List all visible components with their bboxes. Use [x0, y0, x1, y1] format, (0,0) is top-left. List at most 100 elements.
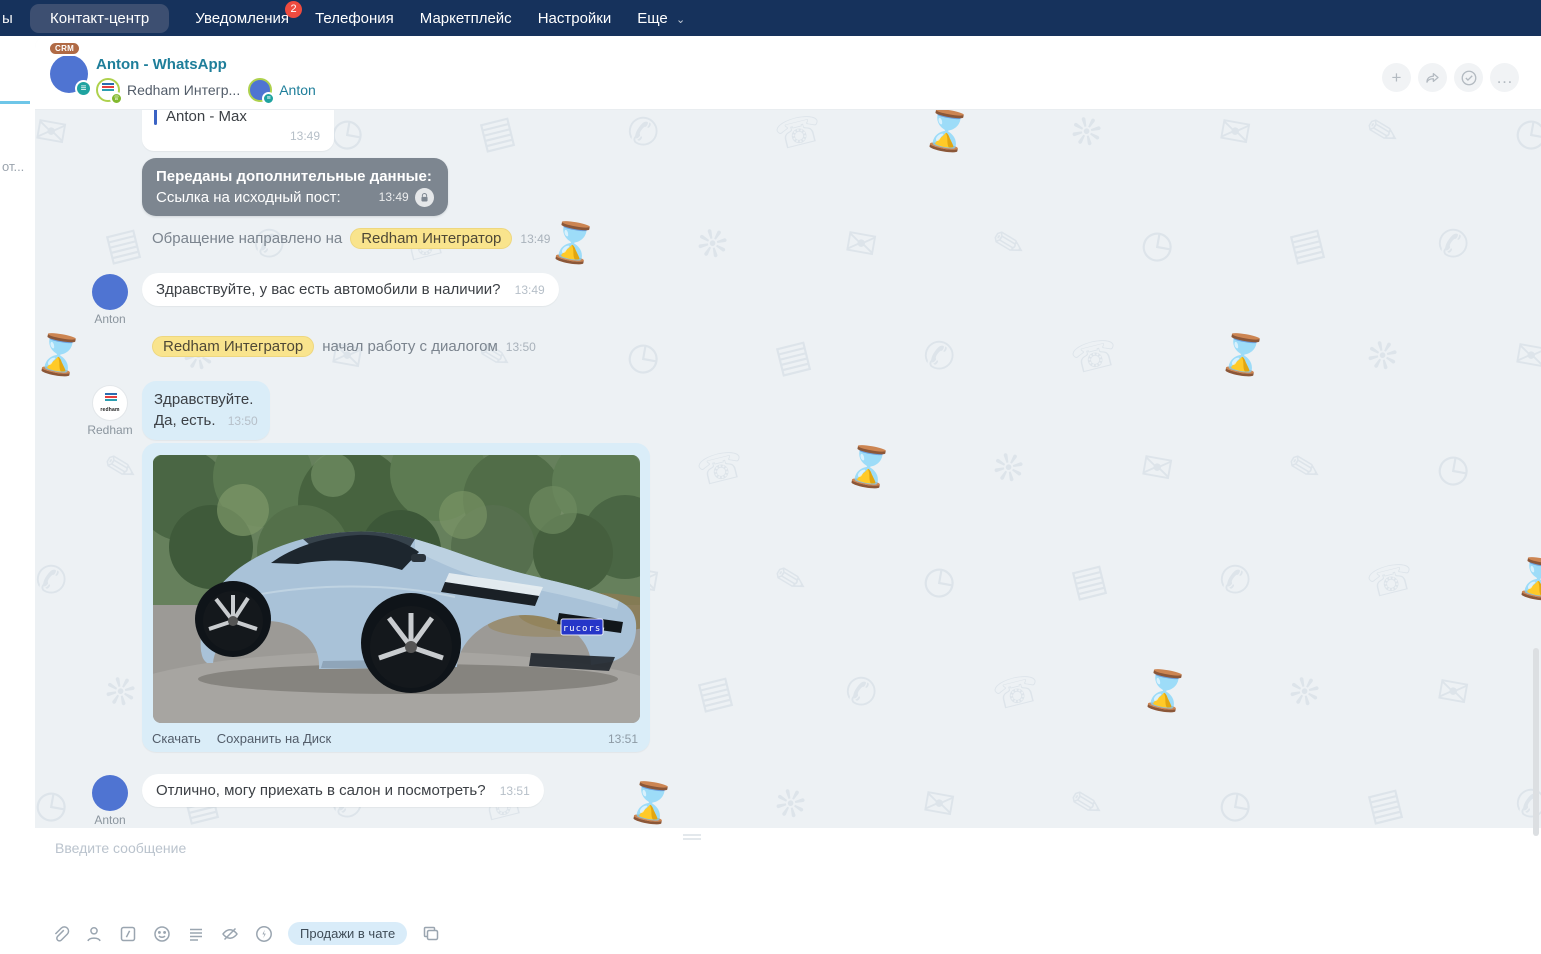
sales-in-chat-button[interactable]: Продажи в чате: [288, 922, 408, 945]
header-actions: + …: [1382, 63, 1519, 92]
message-time: 13:49: [289, 129, 320, 143]
chat-panel: CRM ≡ Anton - WhatsApp ♕ Redham Интегр..…: [35, 36, 1541, 954]
copy-icon: [423, 926, 439, 940]
message-input[interactable]: [55, 840, 1501, 910]
copy-button[interactable]: [421, 924, 441, 944]
assignee-name: Redham Интегр...: [127, 82, 241, 98]
nav-tab-settings[interactable]: Настройки: [538, 10, 612, 27]
redham-logo-icon: [102, 83, 114, 92]
client-chip[interactable]: ≡ Anton: [248, 78, 316, 105]
nav-tab-notifications[interactable]: Уведомления 2: [195, 0, 303, 27]
list-icon: [190, 928, 202, 941]
message-text: Здравствуйте, у вас есть автомобили в на…: [156, 281, 501, 298]
paperclip-icon: [54, 925, 70, 942]
image-footer: Скачать Сохранить на Диск 13:51: [150, 731, 642, 746]
avatar[interactable]: [92, 775, 128, 811]
composer-toolbar: Продажи в чате: [50, 922, 441, 945]
event-dialog-start: Redham Интегратор начал работу с диалого…: [152, 336, 536, 357]
assignee-chip[interactable]: ♕ Redham Интегр...: [96, 78, 241, 105]
avatar[interactable]: redham: [92, 385, 128, 421]
emoji-button[interactable]: [152, 924, 172, 944]
composer: Продажи в чате: [35, 828, 1541, 954]
forward-button[interactable]: [1418, 63, 1447, 92]
nav-tab-telephony[interactable]: Телефония: [315, 10, 394, 27]
client-name: Anton: [279, 82, 316, 98]
event-text: Обращение направлено на: [152, 230, 343, 247]
redham-logo-text: redham: [100, 407, 120, 413]
nav-tab-marketplace[interactable]: Маркетплейс: [420, 10, 512, 27]
attach-file-button[interactable]: [50, 924, 70, 944]
person-icon: [87, 926, 101, 941]
car-photo[interactable]: rucors: [152, 455, 640, 723]
author-name: Anton: [94, 312, 126, 326]
message-incoming: Отлично, могу приехать в салон и посмотр…: [142, 774, 544, 807]
chat-participants: ♕ Redham Интегр... ≡ Anton: [96, 78, 316, 105]
system-line-1: Переданы дополнительные данные:: [156, 168, 432, 185]
add-user-button[interactable]: +: [1382, 63, 1411, 92]
message-time: 13:51: [607, 731, 638, 746]
channel-badge-icon: ≡: [75, 80, 92, 97]
system-line-2: Ссылка на исходный пост:: [156, 189, 341, 206]
event-text: начал работу с диалогом: [322, 338, 498, 355]
user-pill[interactable]: Redham Интегратор: [152, 336, 315, 357]
check-circle-icon: [1461, 70, 1476, 85]
chat-title: Anton - WhatsApp: [96, 56, 227, 73]
quote-title: Anton - Max: [166, 110, 247, 125]
download-link[interactable]: Скачать: [152, 731, 201, 746]
quote-bar: [154, 110, 157, 125]
message-time: 13:49: [514, 283, 545, 297]
forward-icon: [1426, 73, 1439, 83]
more-options-button[interactable]: …: [1490, 63, 1519, 92]
channel-badge-icon: ≡: [262, 92, 276, 105]
crown-badge-icon: ♕: [110, 92, 123, 105]
message-time: 13:49: [378, 190, 409, 204]
author-name: Anton: [94, 813, 126, 827]
message-author: Anton: [80, 775, 140, 827]
author-name: Redham: [87, 423, 133, 437]
message-list: ✉✎◷▤✆☏⌛❊✉✎◷▤✆☏⌛❊✉✎◷▤✆☏⌛❊✉✎◷▤✆☏⌛❊✉✎◷▤✆☏⌛❊…: [35, 110, 1541, 828]
event-time: 13:49: [520, 231, 551, 246]
left-rail: от...: [0, 36, 35, 954]
top-nav: ы Контакт-центр Уведомления 2 Телефония …: [0, 0, 1541, 36]
event-time: 13:50: [505, 339, 536, 354]
message-author: redham Redham: [80, 385, 140, 437]
message-time: 13:51: [499, 784, 530, 798]
message-operator: Здравствуйте. Да, есть. 13:50: [142, 381, 270, 440]
avatar[interactable]: [92, 274, 128, 310]
quick-actions-button[interactable]: [254, 924, 274, 944]
smiley-icon: [154, 925, 170, 942]
license-plate-text: rucors: [562, 624, 601, 634]
quote-icon: [120, 926, 136, 941]
nav-tab-contact-center[interactable]: Контакт-центр: [30, 3, 170, 33]
message-system-data: Переданы дополнительные данные: Ссылка н…: [142, 158, 448, 216]
nav-tab-truncated[interactable]: ы: [2, 10, 16, 27]
eye-off-icon: [222, 927, 238, 940]
message-incoming: Здравствуйте, у вас есть автомобили в на…: [142, 273, 559, 306]
insert-quote-button[interactable]: [118, 924, 138, 944]
client-avatar: ≡: [248, 78, 276, 105]
mention-user-button[interactable]: [84, 924, 104, 944]
mark-done-button[interactable]: [1454, 63, 1483, 92]
user-pill[interactable]: Redham Интегратор: [350, 228, 513, 249]
nav-tab-more[interactable]: Еще ⌄: [637, 10, 685, 27]
chat-avatar[interactable]: CRM ≡: [48, 41, 92, 97]
lightning-icon: [256, 925, 272, 942]
rail-active-tab-indicator: [0, 101, 30, 104]
message-text: Да, есть.: [154, 412, 216, 429]
message-text: Отлично, могу приехать в салон и посмотр…: [156, 782, 486, 799]
lock-icon: [414, 188, 434, 207]
assignee-avatar: ♕: [96, 78, 123, 105]
message-author: Anton: [80, 274, 140, 326]
scrollbar[interactable]: [1533, 648, 1539, 836]
crm-badge: CRM: [48, 41, 82, 56]
event-transfer: Обращение направлено на Redham Интеграто…: [152, 228, 550, 249]
hidden-message-button[interactable]: [220, 924, 240, 944]
message-image: rucors Скачать Сохранить на Диск 13:51: [142, 443, 650, 752]
notifications-count-badge: 2: [285, 0, 303, 18]
save-to-drive-link[interactable]: Сохранить на Диск: [217, 731, 332, 746]
chevron-down-icon: ⌄: [675, 13, 686, 26]
message-quoted-partial: Anton - Max 13:49: [142, 110, 334, 151]
rail-truncated-text: от...: [2, 159, 25, 174]
redham-logo-icon: [105, 393, 117, 402]
canned-replies-button[interactable]: [186, 924, 206, 944]
